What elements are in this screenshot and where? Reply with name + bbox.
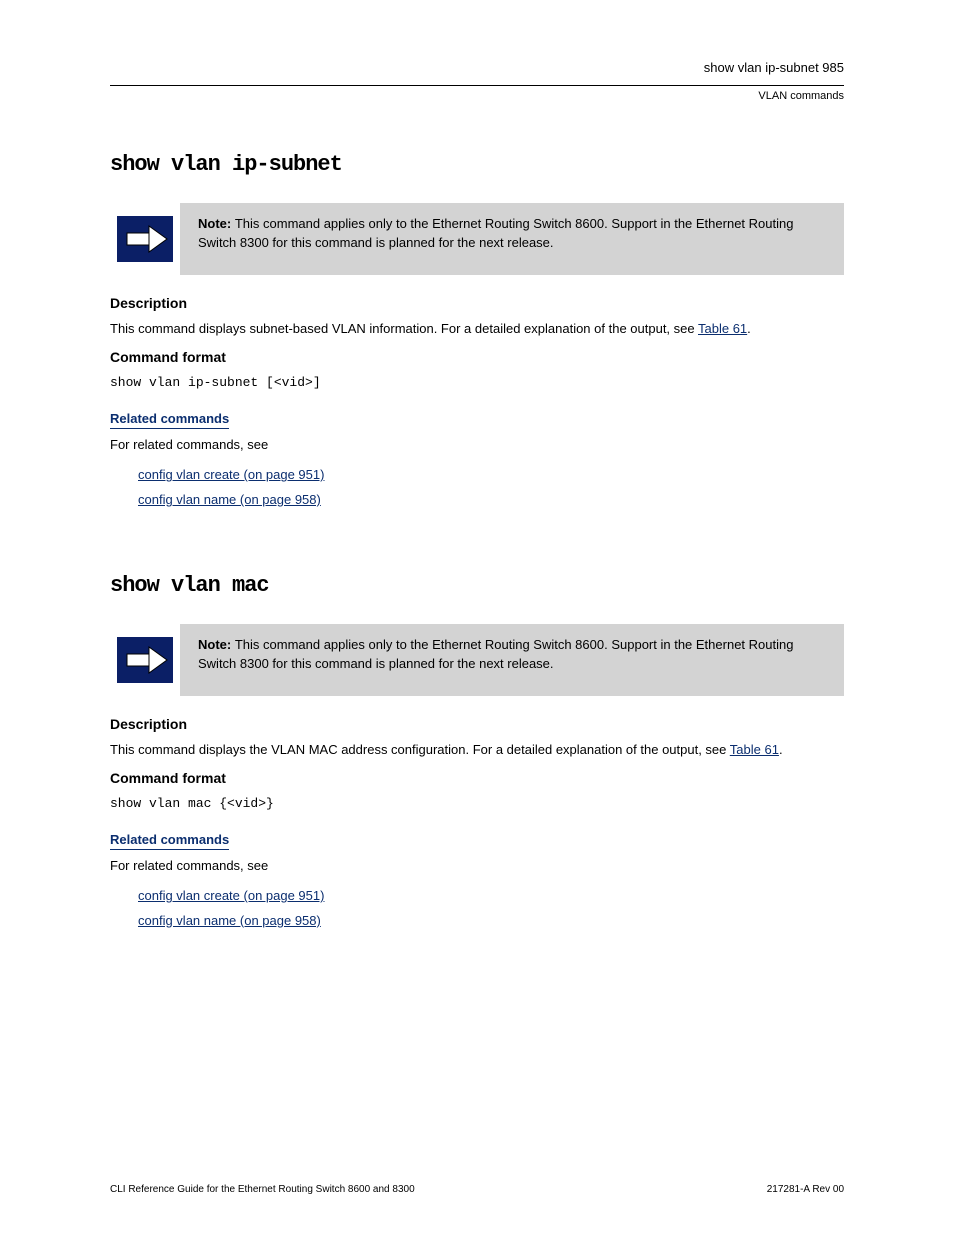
related-commands-heading: Related commands <box>110 411 229 429</box>
description-paragraph: This command displays the VLAN MAC addre… <box>110 740 844 760</box>
command-format: show vlan mac {<vid>} <box>110 794 844 814</box>
footer-left: CLI Reference Guide for the Ethernet Rou… <box>110 1184 415 1195</box>
note-content: Note: This command applies only to the E… <box>180 203 844 275</box>
description-after: . <box>779 742 783 757</box>
format-label: Command format <box>110 349 844 365</box>
description-link[interactable]: Table 61 <box>730 742 779 757</box>
description-label: Description <box>110 295 844 311</box>
description-before: This command displays the VLAN MAC addre… <box>110 742 730 757</box>
related-link[interactable]: config vlan create (on page 951) <box>138 467 324 482</box>
command-section-mac: show vlan mac Note: This command applies… <box>110 573 844 934</box>
note-block: Note: This command applies only to the E… <box>110 624 844 696</box>
related-link[interactable]: config vlan name (on page 958) <box>138 913 321 928</box>
related-link[interactable]: config vlan name (on page 958) <box>138 492 321 507</box>
page-number: show vlan ip-subnet 985 <box>110 60 844 75</box>
description-label: Description <box>110 716 844 732</box>
description-after: . <box>747 321 751 336</box>
footer-right: 217281-A Rev 00 <box>767 1184 844 1195</box>
related-intro: For related commands, see <box>110 435 844 455</box>
command-section-ip-subnet: show vlan ip-subnet Note: This command a… <box>110 152 844 513</box>
arrow-right-icon <box>110 624 180 696</box>
related-intro: For related commands, see <box>110 856 844 876</box>
command-heading: show vlan ip-subnet <box>110 152 844 177</box>
command-heading: show vlan mac <box>110 573 844 598</box>
related-link[interactable]: config vlan create (on page 951) <box>138 888 324 903</box>
section-name: VLAN commands <box>110 90 844 102</box>
command-format: show vlan ip-subnet [<vid>] <box>110 373 844 393</box>
description-before: This command displays subnet-based VLAN … <box>110 321 698 336</box>
note-text: This command applies only to the Etherne… <box>198 216 793 250</box>
note-block: Note: This command applies only to the E… <box>110 203 844 275</box>
format-label: Command format <box>110 770 844 786</box>
note-prefix: Note: <box>198 637 235 652</box>
page-footer: CLI Reference Guide for the Ethernet Rou… <box>0 1184 954 1195</box>
related-commands-heading: Related commands <box>110 832 229 850</box>
arrow-right-icon <box>110 203 180 275</box>
note-text: This command applies only to the Etherne… <box>198 637 793 671</box>
header-rule <box>110 85 844 86</box>
note-prefix: Note: <box>198 216 235 231</box>
description-paragraph: This command displays subnet-based VLAN … <box>110 319 844 339</box>
description-link[interactable]: Table 61 <box>698 321 747 336</box>
related-list: config vlan create (on page 951) config … <box>138 884 844 933</box>
related-list: config vlan create (on page 951) config … <box>138 463 844 512</box>
note-content: Note: This command applies only to the E… <box>180 624 844 696</box>
